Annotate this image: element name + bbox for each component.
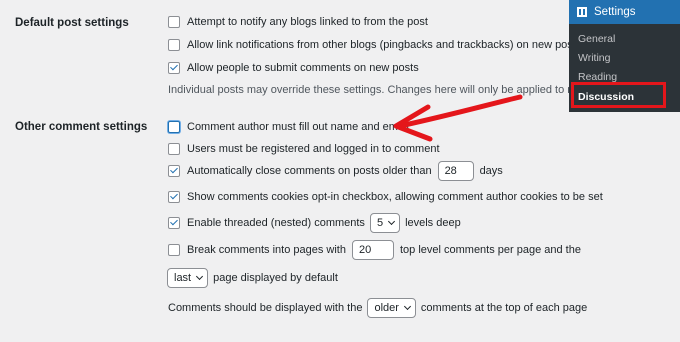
settings-menu-title: Settings	[594, 6, 636, 18]
submenu-item-general[interactable]: General	[578, 33, 615, 45]
settings-icon	[577, 7, 587, 17]
discussion-highlight-box	[571, 82, 666, 108]
submenu-item-writing[interactable]: Writing	[578, 52, 610, 64]
settings-menu-header[interactable]: Settings	[569, 0, 680, 24]
